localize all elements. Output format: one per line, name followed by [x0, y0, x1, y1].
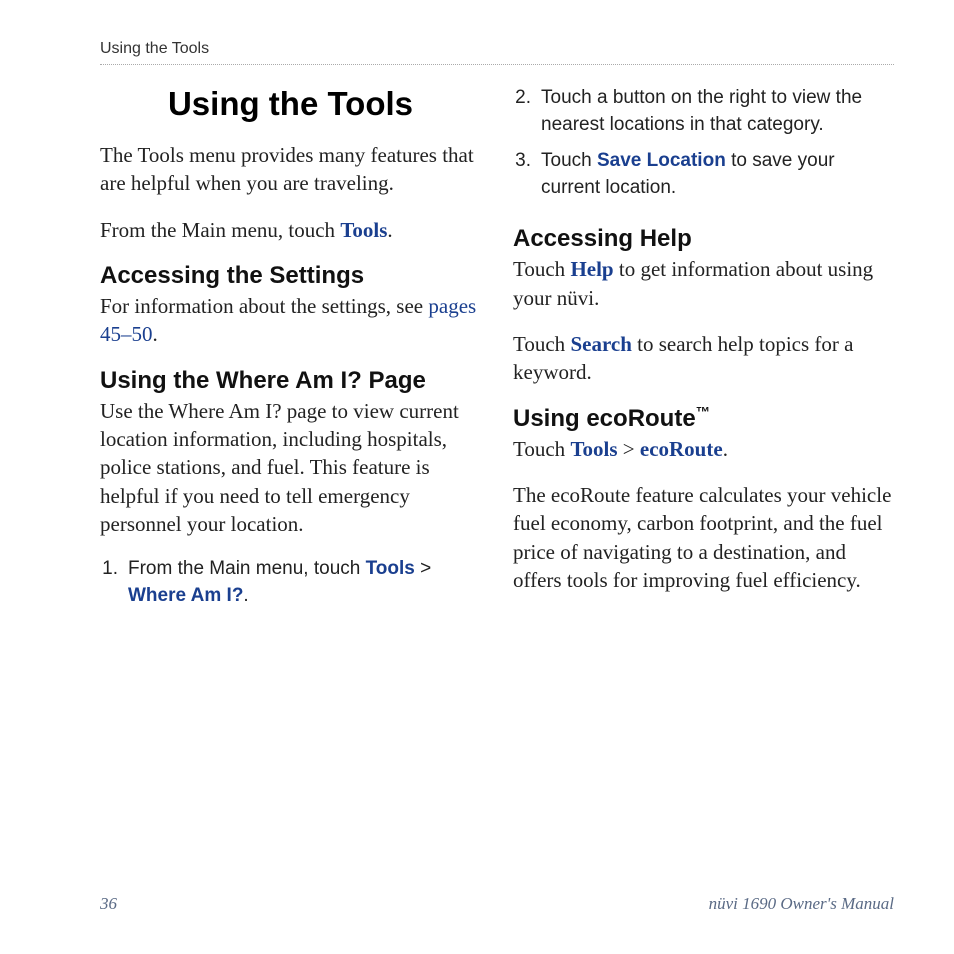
step-1-text: From the Main menu, touch Tools > Where …	[128, 556, 481, 609]
accessing-help-heading: Accessing Help	[513, 225, 894, 253]
ecoroute-body: The ecoRoute feature calculates your veh…	[513, 481, 894, 594]
whereami-body: Use the Where Am I? page to view current…	[100, 397, 481, 539]
ecoroute-heading: Using ecoRoute™	[513, 405, 894, 433]
step1-period: .	[243, 585, 248, 606]
eco-touch-prefix: Touch	[513, 437, 570, 461]
step-1-number: 1.	[100, 556, 128, 609]
settings-period: .	[153, 322, 158, 346]
search-body: Touch Search to search help topics for a…	[513, 330, 894, 387]
step1-prefix: From the Main menu, touch	[128, 558, 366, 579]
content-columns: Using the Tools The Tools menu provides …	[100, 85, 894, 620]
trademark-symbol: ™	[696, 405, 710, 421]
from-main-prefix: From the Main menu, touch	[100, 218, 340, 242]
tools-link[interactable]: Tools	[340, 218, 387, 242]
page-title: Using the Tools	[100, 85, 481, 123]
page-number: 36	[100, 894, 117, 914]
save-location-link[interactable]: Save Location	[597, 150, 726, 171]
whereami-steps-part2: 2. Touch a button on the right to view t…	[513, 85, 894, 201]
help-link[interactable]: Help	[570, 257, 613, 281]
left-column: Using the Tools The Tools menu provides …	[100, 85, 481, 620]
whereami-heading: Using the Where Am I? Page	[100, 367, 481, 395]
page-footer: 36 nüvi 1690 Owner's Manual	[100, 894, 894, 914]
help-prefix: Touch	[513, 257, 570, 281]
search-prefix: Touch	[513, 332, 570, 356]
step-3: 3. Touch Save Location to save your curr…	[513, 148, 894, 201]
eco-period: .	[723, 437, 728, 461]
right-column: 2. Touch a button on the right to view t…	[513, 85, 894, 620]
help-body: Touch Help to get information about usin…	[513, 255, 894, 312]
step1-gt: >	[415, 558, 431, 579]
step-3-text: Touch Save Location to save your current…	[541, 148, 894, 201]
ecoroute-heading-text: Using ecoRoute	[513, 405, 696, 432]
step-3-number: 3.	[513, 148, 541, 201]
step-2: 2. Touch a button on the right to view t…	[513, 85, 894, 138]
manual-title: nüvi 1690 Owner's Manual	[709, 894, 894, 914]
search-link[interactable]: Search	[570, 332, 631, 356]
from-main-menu-line: From the Main menu, touch Tools.	[100, 216, 481, 244]
intro-paragraph: The Tools menu provides many features th…	[100, 141, 481, 198]
period: .	[387, 218, 392, 242]
settings-body: For information about the settings, see …	[100, 292, 481, 349]
step-1: 1. From the Main menu, touch Tools > Whe…	[100, 556, 481, 609]
running-header: Using the Tools	[100, 40, 894, 65]
step1-tools-link[interactable]: Tools	[366, 558, 415, 579]
step3-prefix: Touch	[541, 150, 597, 171]
whereami-steps-part1: 1. From the Main menu, touch Tools > Whe…	[100, 556, 481, 609]
step1-whereami-link[interactable]: Where Am I?	[128, 585, 243, 606]
step-2-number: 2.	[513, 85, 541, 138]
step-2-text: Touch a button on the right to view the …	[541, 85, 894, 138]
ecoroute-link[interactable]: ecoRoute	[640, 437, 723, 461]
eco-gt: >	[618, 437, 640, 461]
eco-tools-link[interactable]: Tools	[570, 437, 617, 461]
ecoroute-touch-line: Touch Tools > ecoRoute.	[513, 435, 894, 463]
settings-prefix: For information about the settings, see	[100, 294, 428, 318]
accessing-settings-heading: Accessing the Settings	[100, 262, 481, 290]
